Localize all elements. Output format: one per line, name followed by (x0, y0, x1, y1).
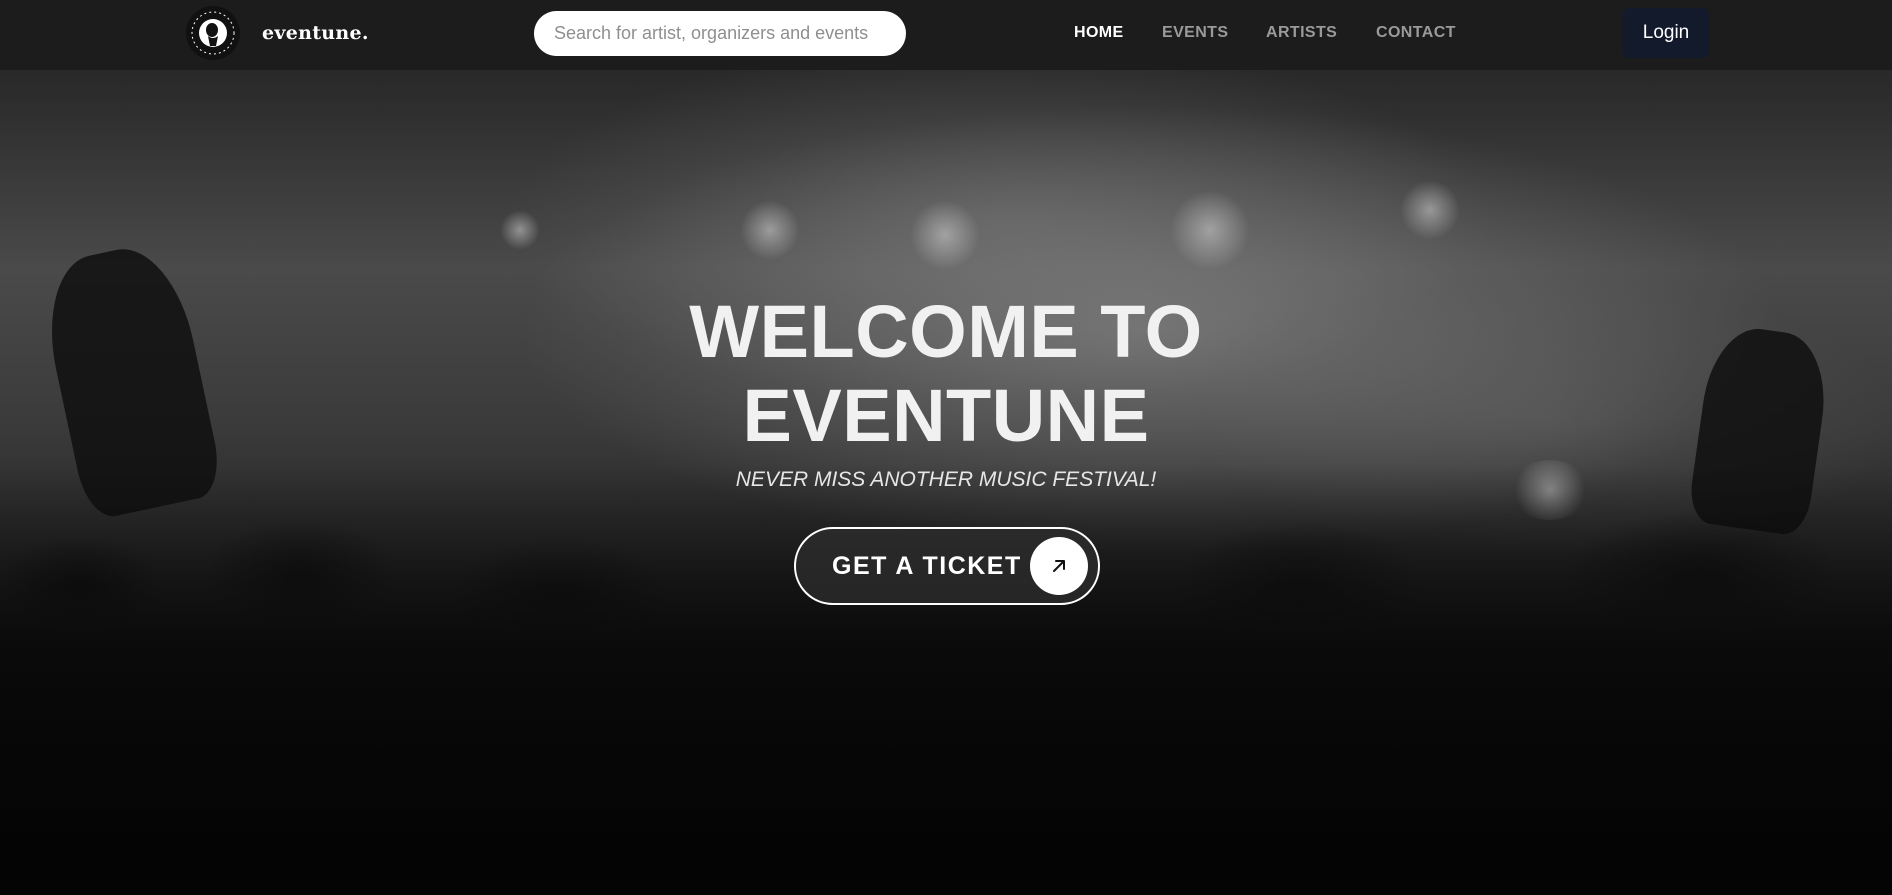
hero-subtitle: NEVER MISS ANOTHER MUSIC FESTIVAL! (735, 468, 1157, 491)
hero-title: WELCOME TO EVENTUNE (640, 290, 1252, 458)
login-button[interactable]: Login (1623, 8, 1709, 58)
nav-contact[interactable]: CONTACT (1376, 24, 1456, 42)
hero-title-line-1: WELCOME TO (689, 290, 1203, 373)
nav-events[interactable]: EVENTS (1162, 24, 1228, 42)
top-navbar: eventune. HOME EVENTS ARTISTS CONTACT Lo… (0, 0, 1892, 70)
hero-title-line-2: EVENTUNE (742, 374, 1150, 457)
nav-artists[interactable]: ARTISTS (1266, 24, 1337, 42)
get-ticket-button[interactable]: GET A TICKET (794, 527, 1100, 605)
brand-name[interactable]: eventune. (262, 22, 369, 44)
eventune-logo-icon[interactable] (186, 6, 240, 60)
page: eventune. HOME EVENTS ARTISTS CONTACT Lo… (0, 0, 1892, 895)
search-input[interactable] (534, 11, 906, 56)
get-ticket-label: GET A TICKET (832, 551, 1022, 580)
nav-home[interactable]: HOME (1074, 24, 1124, 42)
brand[interactable]: eventune. (186, 6, 369, 60)
arrow-up-right-icon (1030, 537, 1088, 595)
